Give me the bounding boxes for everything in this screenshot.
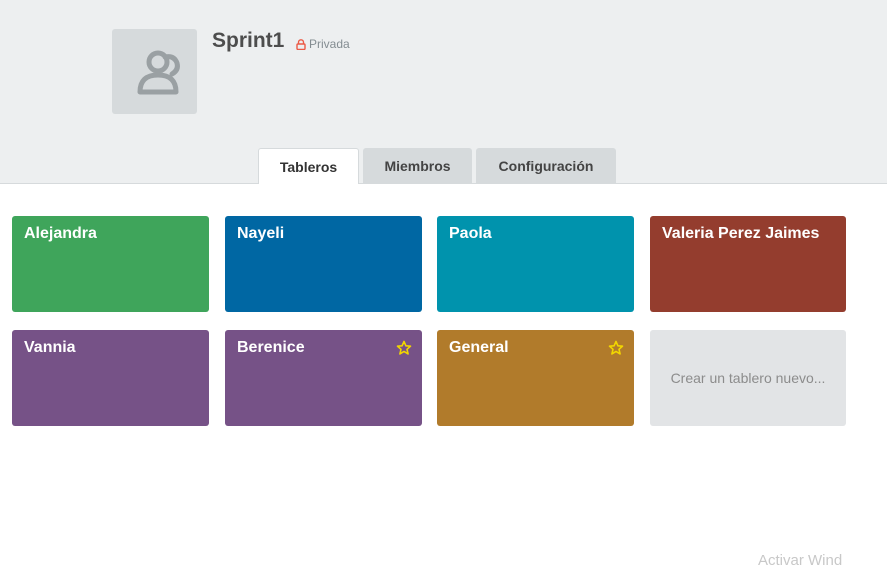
board-tile-vannia[interactable]: Vannia (12, 330, 209, 426)
board-tile-paola[interactable]: Paola (437, 216, 634, 312)
star-icon[interactable] (396, 340, 412, 356)
board-title: Valeria Perez Jaimes (662, 225, 820, 242)
board-tile-nayeli[interactable]: Nayeli (225, 216, 422, 312)
lock-icon (296, 38, 306, 50)
board-title: Nayeli (237, 225, 285, 242)
team-members-icon (137, 50, 180, 94)
board-tile-general[interactable]: General (437, 330, 634, 426)
tab-tableros[interactable]: Tableros (258, 148, 359, 184)
activation-watermark: Activar Wind (758, 552, 843, 569)
board-title: General (449, 339, 509, 356)
board-tile-alejandra[interactable]: Alejandra (12, 216, 209, 312)
create-board-button[interactable]: Crear un tablero nuevo... (650, 330, 846, 426)
star-icon[interactable] (608, 340, 624, 356)
privacy-label: Privada (309, 37, 350, 51)
team-name: Sprint1 (212, 29, 285, 52)
board-tile-berenice[interactable]: Berenice (225, 330, 422, 426)
board-title: Paola (449, 225, 492, 242)
privacy-indicator[interactable]: Privada (296, 37, 350, 51)
tab-configuracion[interactable]: Configuración (476, 148, 616, 183)
board-title: Vannia (24, 339, 76, 356)
team-avatar (112, 29, 197, 114)
board-tile-valeria-perez-jaimes[interactable]: Valeria Perez Jaimes (650, 216, 846, 312)
tab-miembros[interactable]: Miembros (363, 148, 472, 183)
board-title: Alejandra (24, 225, 97, 242)
board-title: Berenice (237, 339, 305, 356)
